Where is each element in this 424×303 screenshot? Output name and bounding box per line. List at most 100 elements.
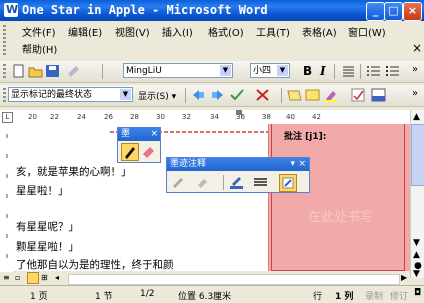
status-position: 位置 6.3厘米	[178, 292, 232, 302]
font-size-value: 小四	[253, 66, 272, 76]
show-menu-button[interactable]: 显示(S) ▾	[138, 89, 176, 102]
track-changes-icon[interactable]	[351, 88, 366, 102]
menu-tools[interactable]: 工具(T)	[256, 24, 290, 39]
ruler-tick: 20	[28, 113, 37, 121]
menu-table[interactable]: 表格(A)	[302, 24, 337, 39]
font-size-dropdown-icon[interactable]: ▼	[277, 65, 288, 76]
ruler-tick: 42	[312, 113, 321, 121]
vertical-ruler[interactable]	[0, 124, 15, 279]
standard-formatting-toolbar: MingLiU ▼ 小四 ▼ B I »	[0, 61, 424, 83]
print-layout-icon[interactable]	[27, 272, 39, 284]
next-page-icon[interactable]: ▼	[413, 269, 420, 279]
status-record[interactable]: 录制	[365, 289, 383, 302]
ink-comment-icon[interactable]	[305, 88, 320, 102]
vertical-scrollbar[interactable]: ▲ ▼ ▲ ● ▼	[410, 110, 424, 279]
title-bar: One Star in Apple - Microsoft Word _ □ ×	[0, 0, 424, 21]
comment-pane: 批注 [j1]: 在此处书写	[268, 124, 411, 271]
eraser-icon[interactable]	[140, 144, 156, 158]
ink-annotation-icon[interactable]	[279, 174, 297, 192]
bold-button[interactable]: B	[303, 64, 312, 78]
document-line: 星星啦！」	[16, 185, 69, 197]
display-for-review-combo[interactable]: 显示标记的最终状态 ▼	[8, 87, 133, 102]
save-icon[interactable]	[45, 64, 60, 78]
ruler-tick: 38	[262, 113, 271, 121]
accept-change-icon[interactable]	[229, 88, 244, 102]
language-indicator-icon[interactable]: ◘	[414, 288, 421, 298]
new-document-icon[interactable]	[11, 64, 26, 78]
ink-comment-palette-options-icon[interactable]: ▾	[290, 158, 295, 171]
minimize-button[interactable]: _	[366, 2, 385, 21]
status-page-count: 1/2	[140, 289, 155, 299]
status-bar: 1 页 1 节 1/2 位置 6.3厘米 行 1 列 录制 修订 ◘	[0, 285, 424, 303]
font-name-combo[interactable]: MingLiU ▼	[123, 63, 233, 78]
close-button[interactable]: ×	[403, 2, 422, 21]
status-section: 1 节	[95, 292, 113, 302]
ink-palette-close-icon[interactable]: ×	[150, 128, 158, 141]
reject-change-icon[interactable]	[255, 88, 270, 102]
toolbar-separator	[334, 64, 335, 79]
normal-view-icon[interactable]: ≡	[3, 273, 10, 282]
status-track-changes[interactable]: 修订	[390, 289, 408, 302]
document-line: 颗星星啦！」	[16, 241, 79, 253]
font-size-combo[interactable]: 小四 ▼	[250, 63, 290, 78]
comment-balloon[interactable]: 批注 [j1]: 在此处书写	[271, 124, 405, 271]
toolbar-grip[interactable]	[3, 64, 6, 79]
line-weight-icon[interactable]	[253, 175, 268, 189]
ruler-tick: 32	[182, 113, 191, 121]
menu-insert[interactable]: 插入(I)	[162, 24, 193, 39]
ink-comment-palette-titlebar[interactable]: 墨迹注释 ▾ ×	[167, 158, 309, 171]
menu-window[interactable]: 窗口(W)	[348, 24, 386, 39]
ruler-tick: 26	[104, 113, 113, 121]
eraser-disabled-icon[interactable]	[195, 176, 210, 188]
scroll-up-icon[interactable]: ▲	[413, 112, 420, 122]
horizontal-ruler[interactable]: L 20 22 24 26 28 30 32 34 36 38 40 42	[0, 110, 424, 125]
ink-palette-titlebar[interactable]: 墨 ×	[118, 128, 160, 141]
menu-bar: 文件(F) 编辑(E) 视图(V) 插入(I) 格式(O) 工具(T) 表格(A…	[0, 21, 424, 59]
open-folder-icon[interactable]	[28, 64, 43, 78]
toolbar-options-icon[interactable]: »	[412, 64, 418, 75]
document-line: 有星星呢？」	[16, 221, 79, 233]
scroll-right-icon[interactable]: ▶	[401, 273, 407, 282]
menu-edit[interactable]: 编辑(E)	[68, 24, 102, 39]
insert-comment-icon[interactable]	[287, 88, 302, 102]
ink-comment-palette-close-icon[interactable]: ×	[298, 158, 306, 171]
scroll-thumb[interactable]	[411, 124, 424, 186]
outline-view-icon[interactable]: ⊞	[41, 273, 48, 282]
menu-grip[interactable]	[3, 25, 6, 55]
menu-view[interactable]: 视图(V)	[115, 24, 150, 39]
pen-disabled-icon[interactable]	[171, 176, 186, 188]
ruler-tick: 40	[286, 113, 295, 121]
reviewing-pane-icon[interactable]	[371, 88, 386, 102]
menu-file[interactable]: 文件(F)	[22, 24, 56, 39]
comment-ink-placeholder[interactable]: 在此处书写	[308, 206, 373, 225]
toolbar-grip[interactable]	[3, 88, 6, 103]
next-change-icon[interactable]	[210, 88, 225, 102]
menu-format[interactable]: 格式(O)	[208, 24, 244, 39]
scroll-down-icon[interactable]: ▼	[413, 238, 420, 248]
status-line: 行	[313, 292, 323, 302]
maximize-button[interactable]: □	[384, 2, 403, 21]
reading-layout-icon[interactable]: ◂	[55, 273, 59, 282]
pen-color-icon[interactable]	[229, 175, 244, 189]
display-mode-dropdown-icon[interactable]: ▼	[120, 89, 131, 100]
bullets-icon[interactable]	[385, 64, 400, 78]
tab-selector-icon[interactable]: L	[2, 112, 13, 123]
close-document-button[interactable]: ×	[412, 41, 422, 55]
previous-change-icon[interactable]	[191, 88, 206, 102]
horizontal-scrollbar[interactable]	[68, 274, 400, 285]
permission-icon[interactable]	[66, 64, 81, 78]
menu-help[interactable]: 帮助(H)	[22, 41, 57, 56]
web-layout-icon[interactable]: ▫	[15, 273, 20, 282]
highlight-icon[interactable]	[323, 88, 338, 102]
word-app-icon[interactable]	[4, 3, 18, 17]
toolbar-options-icon[interactable]: »	[412, 88, 418, 99]
font-name-dropdown-icon[interactable]: ▼	[220, 65, 231, 76]
ruler-tick: 30	[156, 113, 165, 121]
pen-icon[interactable]	[121, 143, 139, 161]
reviewing-toolbar: 显示标记的最终状态 ▼ 显示(S) ▾ »	[0, 85, 424, 107]
align-justify-icon[interactable]	[341, 64, 356, 78]
indent-marker-icon[interactable]	[236, 110, 242, 115]
italic-button[interactable]: I	[320, 64, 326, 78]
numbering-icon[interactable]	[366, 64, 381, 78]
previous-page-icon[interactable]: ▲	[413, 250, 420, 260]
